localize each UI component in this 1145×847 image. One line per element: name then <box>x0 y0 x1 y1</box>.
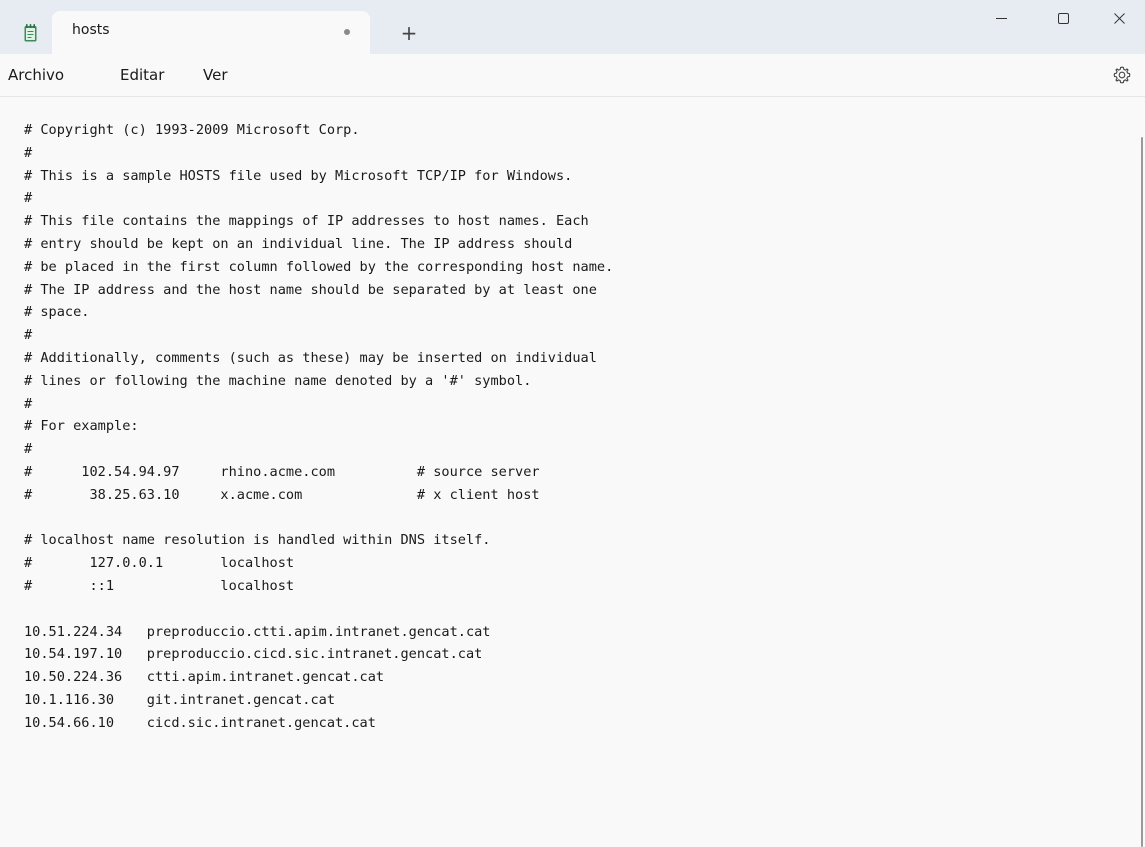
editor-line: # be placed in the first column followed… <box>24 258 614 275</box>
editor-line: 10.1.116.30 git.intranet.gencat.cat <box>24 691 335 708</box>
editor-line: # <box>24 190 33 207</box>
editor-line: # Additionally, comments (such as these)… <box>24 349 597 366</box>
editor-line: # <box>24 327 33 344</box>
menu-view[interactable]: Ver <box>203 66 228 84</box>
maximize-button[interactable] <box>1037 0 1089 40</box>
editor-line: 10.51.224.34 preproduccio.ctti.apim.intr… <box>24 623 491 640</box>
unsaved-dot-icon <box>344 29 350 35</box>
editor-line: # 127.0.0.1 localhost <box>24 555 295 572</box>
menu-bar: Archivo Editar Ver <box>0 54 1145 97</box>
editor-line: # space. <box>24 304 90 321</box>
minimize-icon <box>996 18 1007 19</box>
editor-line: # lines or following the machine name de… <box>24 372 532 389</box>
editor-line: # ::1 localhost <box>24 577 295 594</box>
editor-line: 10.50.224.36 ctti.apim.intranet.gencat.c… <box>24 669 385 686</box>
editor-line: # <box>24 441 33 458</box>
editor-line: # 102.54.94.97 rhino.acme.com # source s… <box>24 463 540 480</box>
editor-line: # <box>24 144 33 161</box>
new-tab-button[interactable]: + <box>392 20 426 46</box>
tab-hosts[interactable]: hosts <box>52 11 370 54</box>
editor-line: # This file contains the mappings of IP … <box>24 213 589 230</box>
vertical-scrollbar[interactable] <box>1141 137 1143 847</box>
menu-file[interactable]: Archivo <box>8 66 64 84</box>
editor-line: # For example: <box>24 418 139 435</box>
minimize-button[interactable] <box>975 0 1027 40</box>
editor-line: # Copyright (c) 1993-2009 Microsoft Corp… <box>24 122 360 138</box>
editor-line: # This is a sample HOSTS file used by Mi… <box>24 167 573 184</box>
close-icon <box>1114 13 1125 24</box>
close-button[interactable] <box>1093 0 1145 40</box>
notepad-icon <box>24 24 37 42</box>
editor-line: # entry should be kept on an individual … <box>24 235 573 252</box>
maximize-icon <box>1058 13 1069 24</box>
editor-line: # 38.25.63.10 x.acme.com # x client host <box>24 486 540 503</box>
title-bar: hosts + <box>0 0 1145 54</box>
editor-line: # The IP address and the host name shoul… <box>24 281 597 298</box>
editor-content[interactable]: # Copyright (c) 1993-2009 Microsoft Corp… <box>24 119 613 735</box>
text-editor[interactable]: # Copyright (c) 1993-2009 Microsoft Corp… <box>0 97 1145 847</box>
editor-line: # localhost name resolution is handled w… <box>24 532 491 549</box>
editor-line: 10.54.66.10 cicd.sic.intranet.gencat.cat <box>24 714 376 731</box>
menu-edit[interactable]: Editar <box>120 66 164 84</box>
tab-title: hosts <box>72 22 110 38</box>
gear-icon <box>1113 66 1131 84</box>
editor-line: # <box>24 395 33 412</box>
editor-line: 10.54.197.10 preproduccio.cicd.sic.intra… <box>24 646 483 663</box>
settings-button[interactable] <box>1112 65 1132 85</box>
notepad-window: hosts + Archivo Editar Ver # Copyright (… <box>0 0 1145 847</box>
